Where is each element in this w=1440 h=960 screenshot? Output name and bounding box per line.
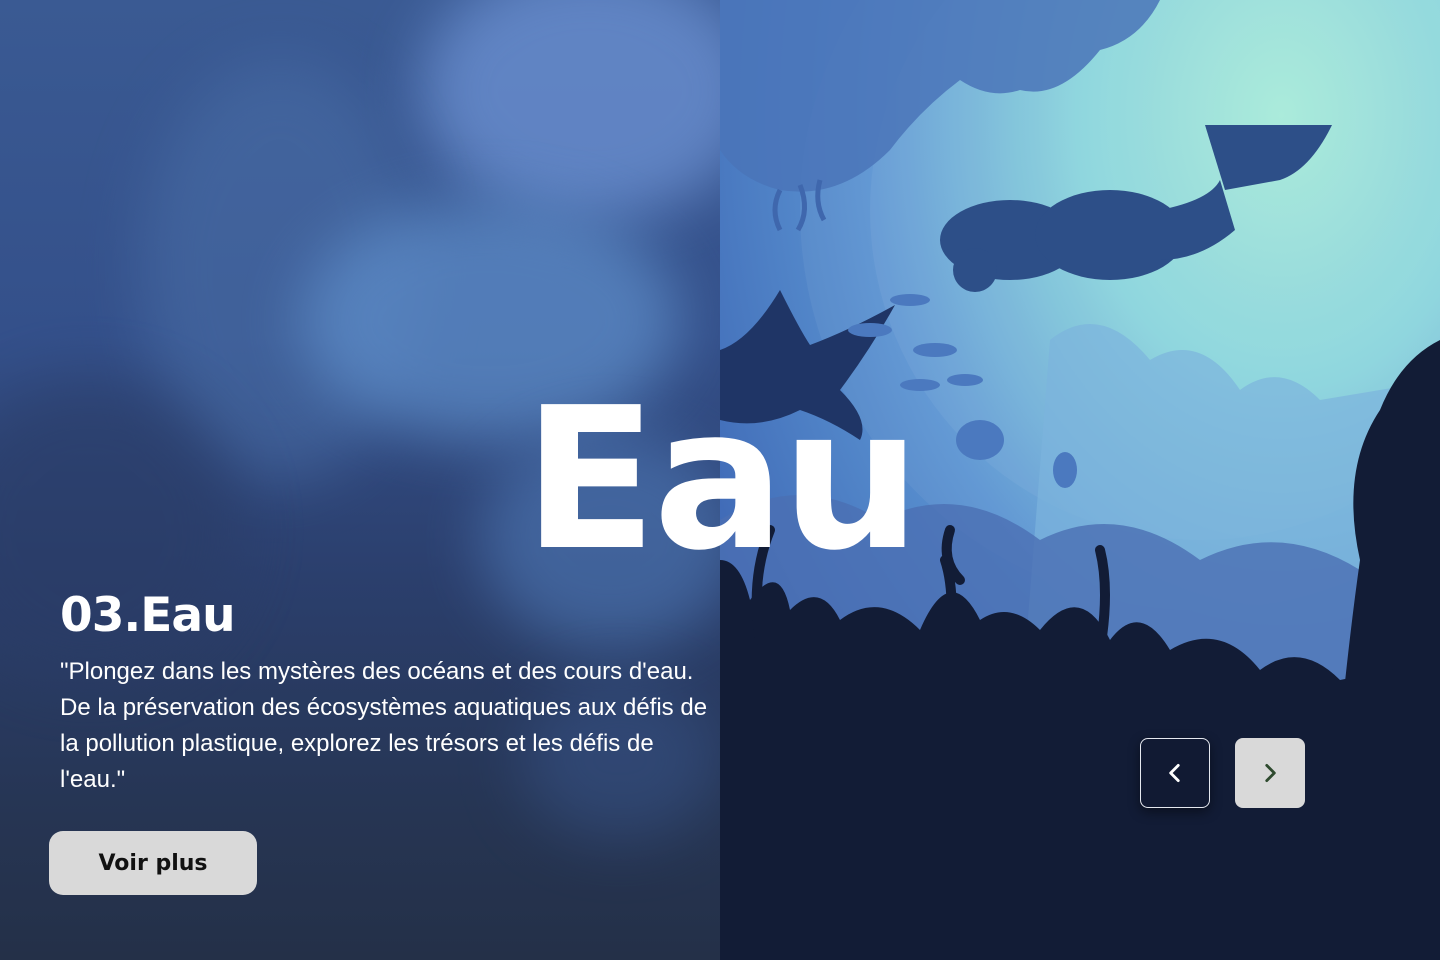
next-slide-button[interactable] [1235,738,1305,808]
slide-description: "Plongez dans les mystères des océans et… [60,658,708,793]
voir-plus-button[interactable]: Voir plus [49,831,257,895]
blur-shape [420,0,720,220]
previous-slide-button[interactable] [1140,738,1210,808]
slide-heading: 03.Eau [60,588,236,643]
hero-title: Eau [523,366,921,594]
chevron-right-icon [1265,764,1276,782]
chevron-left-icon [1169,764,1180,782]
